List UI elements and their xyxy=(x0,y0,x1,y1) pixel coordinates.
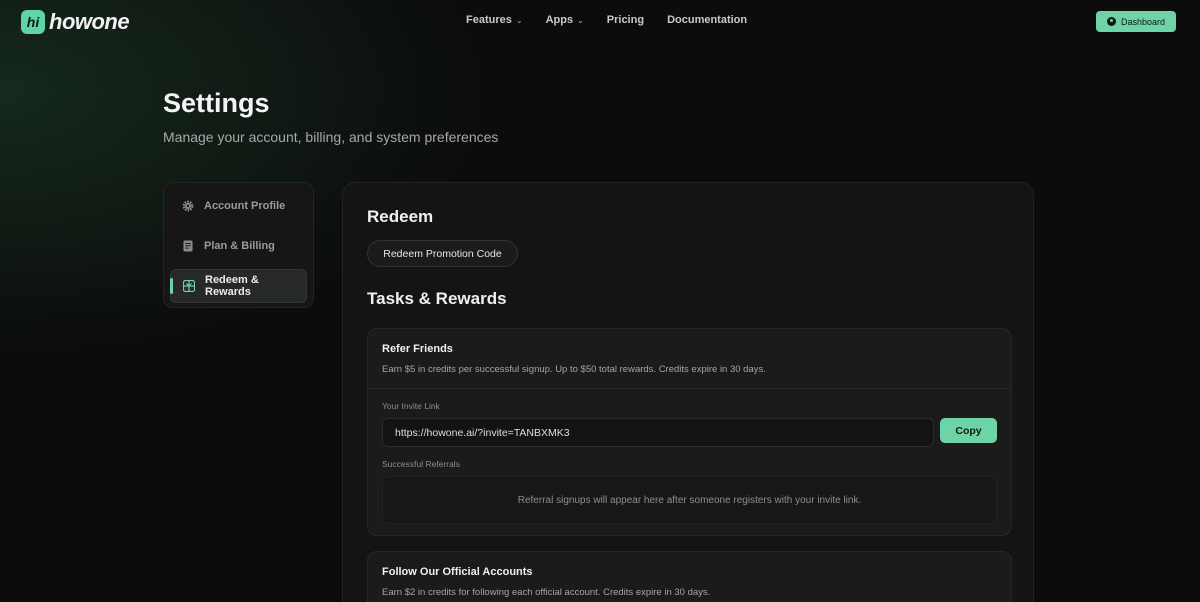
tasks-heading: Tasks & Rewards xyxy=(367,289,507,308)
redeem-heading: Redeem xyxy=(367,207,434,226)
referrals-empty-state: Referral signups will appear here after … xyxy=(382,476,997,524)
follow-accounts-card: Follow Our Official Accounts Earn $2 in … xyxy=(367,551,1012,602)
settings-panel: Redeem Redeem Promotion Code Tasks & Rew… xyxy=(342,182,1034,602)
dashboard-label: Dashboard xyxy=(1120,16,1166,27)
nav-link-pricing[interactable]: Pricing xyxy=(607,14,644,26)
invite-link-value: https://howone.ai/?invite=TANBXMK3 xyxy=(395,426,570,439)
sidebar-item-redeem-rewards[interactable]: Redeem & Rewards xyxy=(170,269,307,303)
page-title: Settings xyxy=(163,88,270,118)
redeem-promo-button[interactable]: Redeem Promotion Code xyxy=(367,240,518,267)
referrals-label: Successful Referrals xyxy=(382,459,460,469)
nav-link-label: Documentation xyxy=(667,14,748,26)
copy-button[interactable]: Copy xyxy=(940,418,997,443)
card-description: Earn $2 in credits for following each of… xyxy=(382,587,711,598)
dashboard-button[interactable]: Dashboard xyxy=(1096,11,1176,32)
sidebar-item-label: Account Profile xyxy=(204,200,286,212)
refer-friends-card: Refer Friends Earn $5 in credits per suc… xyxy=(367,328,1012,536)
page-subtitle: Manage your account, billing, and system… xyxy=(163,129,499,145)
sidebar-item-account-profile[interactable]: Account Profile xyxy=(170,189,307,223)
brand-name: howone xyxy=(49,9,130,34)
document-icon xyxy=(182,240,194,252)
top-nav: hi howone Features ⌄ Apps ⌄ Pricing Docu… xyxy=(0,0,1200,42)
sidebar-item-label: Redeem & Rewards xyxy=(205,274,259,298)
referrals-empty-text: Referral signups will appear here after … xyxy=(517,494,862,506)
logo-mark-icon: hi xyxy=(21,10,45,34)
card-description: Earn $5 in credits per successful signup… xyxy=(382,364,766,375)
divider xyxy=(368,388,1011,389)
nav-link-documentation[interactable]: Documentation xyxy=(667,14,747,26)
gear-icon xyxy=(182,200,194,212)
gift-icon xyxy=(183,280,195,292)
nav-links: Features ⌄ Apps ⌄ Pricing Documentation xyxy=(466,14,770,26)
user-icon xyxy=(1106,17,1116,26)
nav-link-label: Apps xyxy=(545,14,574,26)
card-title: Refer Friends xyxy=(382,343,453,355)
sidebar-item-label: Plan & Billing xyxy=(204,240,275,252)
card-title: Follow Our Official Accounts xyxy=(382,566,533,578)
invite-link-field[interactable]: https://howone.ai/?invite=TANBXMK3 xyxy=(382,418,934,447)
chevron-down-icon: ⌄ xyxy=(515,15,523,25)
sidebar-item-plan-billing[interactable]: Plan & Billing xyxy=(170,229,307,263)
brand-logo[interactable]: hi howone xyxy=(21,9,130,35)
invite-link-label: Your Invite Link xyxy=(382,401,440,411)
chevron-down-icon: ⌄ xyxy=(577,15,584,25)
settings-sidebar: Account Profile Plan & Billing Redeem & … xyxy=(163,182,314,308)
nav-link-apps[interactable]: Apps ⌄ xyxy=(546,14,584,26)
nav-link-label: Pricing xyxy=(606,14,645,26)
nav-link-features[interactable]: Features ⌄ xyxy=(466,14,523,26)
nav-link-label: Features xyxy=(466,14,512,26)
